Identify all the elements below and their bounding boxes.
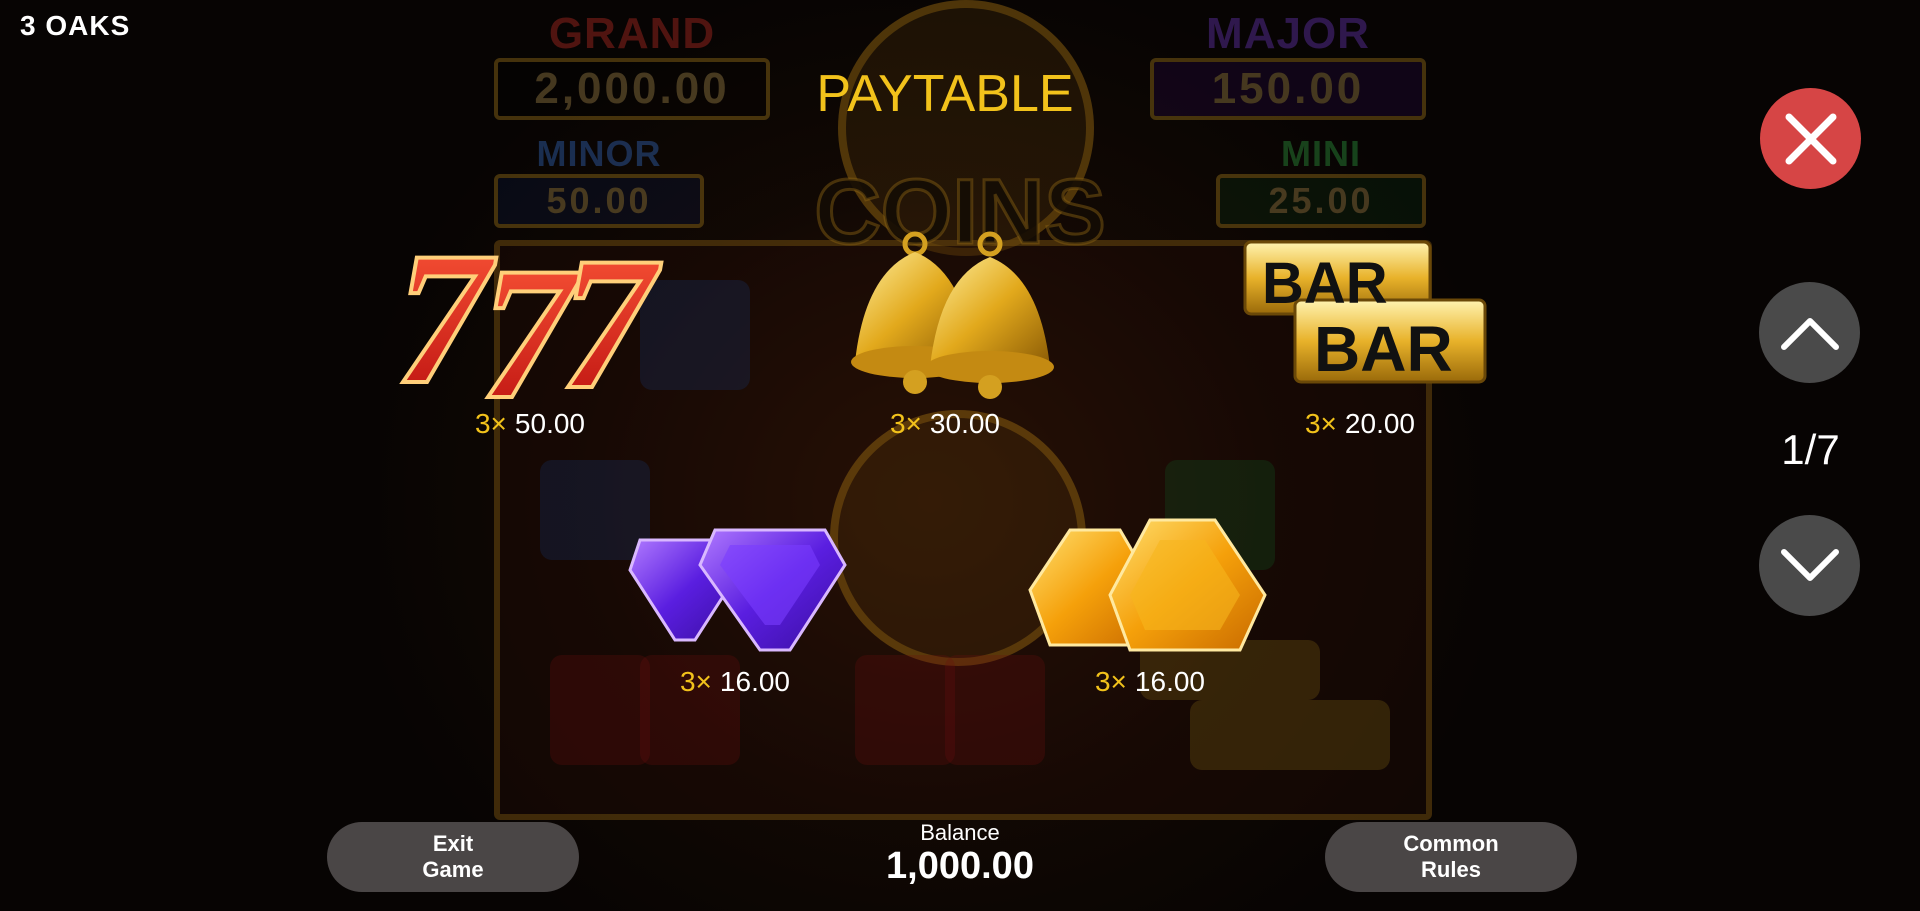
common-rules-button[interactable]: Common Rules — [1325, 822, 1577, 892]
payout-label: 3× 16.00 — [1005, 666, 1295, 698]
payout-value: 20.00 — [1344, 408, 1415, 439]
bar-text-bottom: BAR — [1314, 313, 1453, 385]
triple-seven-icon: 7 7 7 — [393, 222, 664, 402]
payout-multiplier: 3× — [679, 666, 712, 697]
exit-label-line1: Exit — [432, 831, 474, 856]
close-button[interactable] — [1760, 88, 1861, 189]
orange-gems-icon — [1028, 518, 1267, 652]
rules-label-line1: Common — [1403, 831, 1499, 856]
paytable-entry-bells: 3× 30.00 — [800, 222, 1090, 440]
jackpot-label: MAJOR — [1206, 9, 1370, 58]
chevron-up-icon — [1780, 317, 1839, 350]
payout-multiplier: 3× — [474, 408, 507, 439]
payout-value: 50.00 — [514, 408, 585, 439]
paytable-entry-purple-gems: 3× 16.00 — [590, 510, 880, 698]
payout-label: 3× 20.00 — [1210, 408, 1510, 440]
page-up-button[interactable] — [1759, 282, 1860, 383]
bar-text-top: BAR — [1262, 251, 1388, 316]
balance-label: Balance — [920, 820, 1000, 845]
payout-multiplier: 3× — [1094, 666, 1127, 697]
close-icon — [1785, 113, 1836, 164]
purple-gems-icon — [628, 528, 847, 652]
payout-multiplier: 3× — [1304, 408, 1337, 439]
paytable-entry-bar: BAR BAR 3× 20.00 — [1210, 222, 1510, 440]
payout-value: 30.00 — [929, 408, 1000, 439]
payout-label: 3× 50.00 — [380, 408, 680, 440]
page-indicator: 1/7 — [1781, 426, 1840, 473]
jackpot-label: MINOR — [536, 133, 662, 174]
exit-game-button[interactable]: Exit Game — [327, 822, 579, 892]
chevron-down-icon — [1780, 548, 1839, 581]
exit-label-line2: Game — [422, 857, 484, 882]
background-jackpot-mini: MINI 25.00 — [1216, 136, 1426, 228]
game-title: 3 OAKS — [20, 10, 131, 41]
page-down-button[interactable] — [1759, 515, 1860, 616]
background-bar-tile — [1190, 700, 1390, 770]
jackpot-value: 50.00 — [494, 174, 704, 228]
paytable-entry-777: 7 7 7 3× 50.00 — [380, 222, 680, 440]
background-jackpot-minor: MINOR 50.00 — [494, 136, 704, 228]
payout-value: 16.00 — [1134, 666, 1205, 697]
balance-display: Balance 1,000.00 — [830, 820, 1090, 886]
jackpot-value: 25.00 — [1216, 174, 1426, 228]
payout-value: 16.00 — [719, 666, 790, 697]
svg-text:7: 7 — [560, 222, 662, 402]
jackpot-label: MINI — [1281, 133, 1361, 174]
paytable-title: PAYTABLE — [816, 65, 1074, 123]
payout-multiplier: 3× — [889, 408, 922, 439]
payout-label: 3× 30.00 — [800, 408, 1090, 440]
payout-label: 3× 16.00 — [590, 666, 880, 698]
bells-icon — [851, 231, 1054, 399]
jackpot-label: GRAND — [548, 9, 716, 58]
rules-label-line2: Rules — [1421, 857, 1481, 882]
balance-value: 1,000.00 — [886, 845, 1034, 887]
paytable-entry-orange-gems: 3× 16.00 — [1005, 510, 1295, 698]
